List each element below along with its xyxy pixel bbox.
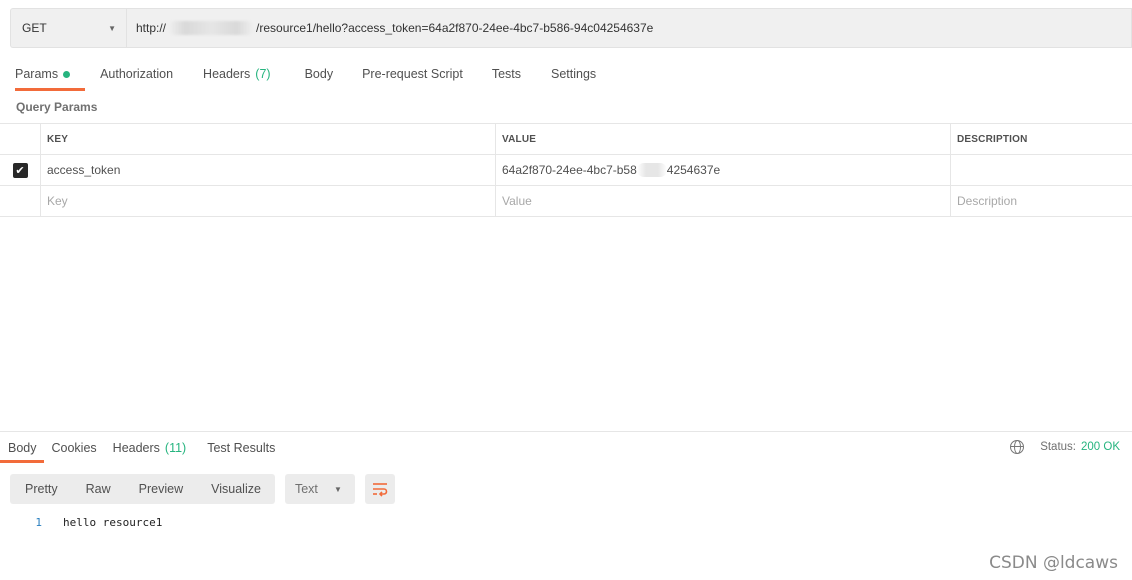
tab-headers[interactable]: Headers (7) [203, 56, 271, 92]
request-bar: GET ▼ http:// /resource1/hello?access_tok… [10, 8, 1132, 48]
tab-settings[interactable]: Settings [551, 56, 596, 92]
param-value-prefix: 64a2f870-24ee-4bc7-b58 [502, 163, 637, 177]
url-prefix: http:// [136, 21, 167, 35]
resp-tab-headers[interactable]: Headers (11) [113, 432, 187, 464]
view-pretty-button[interactable]: Pretty [10, 474, 72, 504]
redacted-value [636, 163, 667, 177]
tab-authorization[interactable]: Authorization [100, 56, 173, 92]
response-status: Status: 200 OK [1010, 440, 1120, 454]
line-number: 1 [35, 516, 42, 529]
resp-tab-headers-label: Headers [112, 441, 160, 455]
params-table: KEY VALUE DESCRIPTION ✔ access_token 64a… [0, 123, 1132, 217]
format-label: Text [294, 482, 318, 496]
status-value: 200 OK [1081, 441, 1120, 453]
watermark: CSDN @ldcaws [989, 553, 1118, 573]
header-checkbox-cell [0, 124, 41, 154]
chevron-down-icon: ▼ [334, 484, 342, 494]
resp-tab-headers-count: (11) [164, 441, 187, 455]
resp-tab-test-results-label: Test Results [207, 441, 276, 455]
param-description-input[interactable] [951, 155, 1132, 185]
param-key-input[interactable]: access_token [41, 155, 496, 185]
resp-tab-body[interactable]: Body [0, 432, 44, 464]
method-select[interactable]: GET ▼ [10, 8, 126, 48]
tab-params[interactable]: Params [15, 56, 86, 92]
query-params-title: Query Params [16, 100, 98, 114]
param-enabled-checkbox[interactable]: ✔ [12, 162, 28, 178]
view-visualize-button[interactable]: Visualize [197, 474, 275, 504]
params-active-dot-icon [63, 70, 71, 78]
method-label: GET [22, 21, 47, 35]
view-raw-button[interactable]: Raw [72, 474, 125, 504]
tab-body-label: Body [304, 67, 334, 81]
header-description: DESCRIPTION [957, 133, 1028, 145]
table-row: ✔ access_token 64a2f870-24ee-4bc7-b58 425… [0, 155, 1132, 186]
empty-checkbox-cell [0, 186, 41, 216]
header-value: VALUE [496, 124, 951, 154]
view-mode-group: Pretty Raw Preview Visualize [10, 474, 275, 504]
param-value-suffix: 4254637e [666, 163, 721, 177]
tab-headers-label: Headers [203, 67, 251, 81]
code-line: hello resource1 [63, 516, 163, 529]
param-value-input[interactable]: 64a2f870-24ee-4bc7-b58 4254637e [496, 155, 951, 185]
tab-params-label: Params [15, 67, 59, 81]
tab-body[interactable]: Body [305, 56, 334, 92]
url-suffix: /resource1/hello?access_token=64a2f870-2… [256, 21, 654, 35]
tab-headers-count: (7) [255, 67, 271, 81]
row-checkbox-cell: ✔ [0, 155, 41, 185]
params-header-row: KEY VALUE DESCRIPTION [0, 124, 1132, 155]
tab-pre-request-script[interactable]: Pre-request Script [362, 56, 463, 92]
response-toolbar: Pretty Raw Preview Visualize Text ▼ [10, 474, 395, 504]
format-select[interactable]: Text ▼ [284, 474, 355, 504]
url-input[interactable]: http:// /resource1/hello?access_token=64a… [126, 8, 1132, 48]
tab-tests-label: Tests [491, 67, 521, 81]
view-preview-button[interactable]: Preview [125, 474, 197, 504]
tab-tests[interactable]: Tests [492, 56, 521, 92]
redacted-host [168, 21, 255, 35]
response-body: 1 hello resource1 [0, 516, 162, 529]
request-tabs: Params Authorization Headers (7) Body Pre… [0, 56, 596, 92]
wrap-lines-icon [372, 483, 388, 497]
table-row-empty: Key Value Description [0, 186, 1132, 217]
new-value-input[interactable]: Value [496, 186, 951, 216]
check-icon: ✔ [15, 164, 25, 177]
chevron-down-icon: ▼ [108, 23, 116, 33]
resp-tab-test-results[interactable]: Test Results [207, 432, 275, 464]
resp-tab-body-label: Body [8, 441, 37, 455]
tab-settings-label: Settings [551, 67, 597, 81]
resp-tab-cookies-label: Cookies [51, 441, 97, 455]
globe-icon[interactable] [1010, 440, 1025, 454]
status-label: Status: [1040, 441, 1076, 453]
new-key-input[interactable]: Key [41, 186, 496, 216]
param-key: access_token [47, 163, 121, 177]
header-key: KEY [41, 124, 496, 154]
response-tabs: Body Cookies Headers (11) Test Results [0, 432, 275, 464]
tab-pre-request-label: Pre-request Script [362, 67, 463, 81]
resp-tab-cookies[interactable]: Cookies [52, 432, 97, 464]
wrap-lines-button[interactable] [364, 474, 395, 504]
new-description-input[interactable]: Description [951, 186, 1132, 216]
tab-authorization-label: Authorization [100, 67, 174, 81]
